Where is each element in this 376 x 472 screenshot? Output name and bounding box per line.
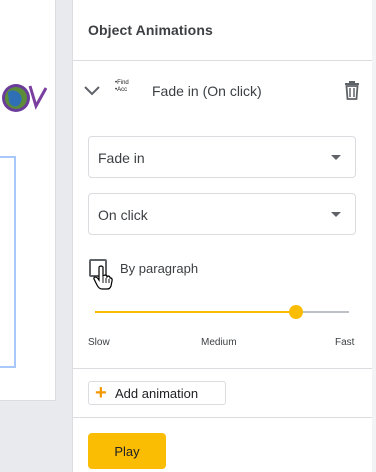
animation-thumbnail: •Find •Acc	[115, 80, 139, 102]
play-label: Play	[114, 444, 140, 459]
play-button[interactable]: Play	[88, 433, 166, 469]
divider	[73, 368, 373, 369]
dropdown-caret-icon	[331, 212, 341, 217]
trigger-select-value: On click	[98, 207, 148, 223]
speed-label-slow: Slow	[88, 337, 110, 348]
by-paragraph-label[interactable]: By paragraph	[120, 261, 198, 276]
slide[interactable]	[0, 0, 56, 401]
speed-slider[interactable]	[95, 302, 349, 322]
dropdown-caret-icon	[331, 155, 341, 160]
add-animation-label: Add animation	[115, 386, 199, 401]
thumbnail-line: •Acc	[115, 87, 128, 93]
logo-image	[2, 84, 48, 112]
effect-select[interactable]: Fade in	[88, 136, 356, 178]
trigger-select[interactable]: On click	[88, 193, 356, 235]
slide-canvas-area	[0, 0, 72, 472]
slider-track-rest	[296, 311, 349, 313]
panel-scrollbar[interactable]	[372, 0, 376, 472]
add-animation-button[interactable]: + Add animation	[88, 381, 226, 405]
animation-item-name[interactable]: Fade in (On click)	[152, 83, 262, 99]
object-animations-panel: Object Animations •Find •Acc Fade in (On…	[72, 0, 373, 472]
slider-track-active	[95, 311, 296, 313]
panel-header: Object Animations	[73, 0, 373, 61]
slider-thumb[interactable]	[289, 305, 303, 319]
effect-select-value: Fade in	[98, 150, 145, 166]
divider	[73, 417, 373, 418]
trash-icon[interactable]	[343, 80, 361, 100]
speed-label-medium: Medium	[201, 337, 237, 348]
selected-text-box[interactable]	[0, 156, 16, 368]
chevron-down-icon[interactable]	[82, 80, 102, 100]
plus-icon: +	[95, 382, 107, 404]
panel-title: Object Animations	[88, 22, 213, 38]
thumbnail-line: •Find	[115, 80, 129, 86]
by-paragraph-checkbox[interactable]	[89, 259, 107, 277]
speed-label-fast: Fast	[335, 337, 355, 348]
